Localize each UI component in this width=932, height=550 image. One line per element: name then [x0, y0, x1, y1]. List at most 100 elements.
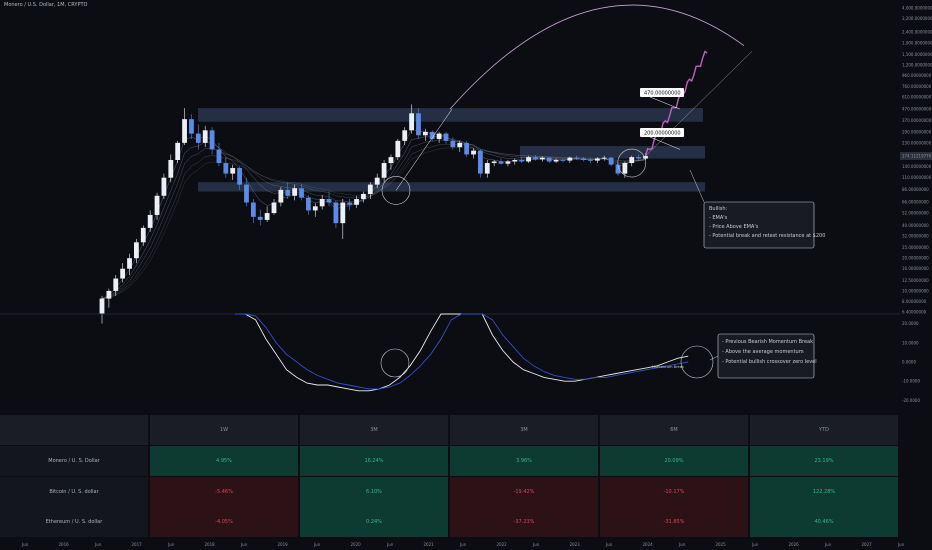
table-cell: 23.19% [750, 446, 898, 476]
osc-tick-label: 0.0000 [902, 360, 916, 365]
candle-body [636, 157, 642, 159]
candle-body [182, 119, 187, 143]
price-tick-label: 66.00000000 [902, 199, 929, 204]
time-tick-label: 2017 [132, 542, 143, 547]
time-tick-label: Jun [678, 542, 686, 547]
price-tick-label: 470.00000000 [902, 107, 932, 112]
candle-body [99, 298, 105, 314]
table-cell: 6.10% [300, 476, 448, 507]
level-label: 200.00000000 [644, 131, 681, 137]
table-cell: -31.85% [600, 507, 748, 537]
price-tick-label: 960.00000000 [902, 73, 932, 78]
candle-body [471, 150, 476, 155]
candle-body [608, 157, 614, 165]
candle-body [567, 157, 573, 161]
candle-body [436, 133, 442, 139]
momentum-break-label: Momentum Break [652, 365, 685, 369]
time-tick-label: Jun [386, 542, 394, 547]
price-tick-label: 16.00000000 [902, 266, 929, 271]
table-cell: -19.42% [450, 476, 598, 507]
candles [99, 104, 648, 324]
level-pointer [649, 96, 681, 110]
ema-line [101, 139, 646, 299]
time-tick-label: Jun [751, 542, 759, 547]
zone-support [198, 182, 705, 192]
candle-body [422, 131, 428, 136]
osc-fast-line [235, 313, 689, 392]
candle-body [374, 177, 380, 185]
price-tick-label: 12.50000000 [902, 278, 929, 283]
price-tick-label: 610.00000000 [902, 94, 932, 99]
time-tick-label: Jun [532, 542, 540, 547]
osc-slow-line [235, 313, 689, 390]
candle-body [588, 160, 593, 161]
candle-body [388, 157, 394, 164]
price-tick-label: 1,900.00000000 [902, 41, 932, 46]
momentum-line: - Potential bullish crossover zero level [722, 359, 817, 365]
candle-body [416, 113, 421, 136]
candle-body [209, 130, 215, 150]
osc-tick-label: -10.0000 [902, 379, 920, 384]
performance-table: 1W 3M 3M 6M YTD Monero / U. S. Dollar 4.95% 16.… [0, 415, 900, 537]
candle-body [354, 199, 359, 205]
bullish-title: Bullish: [709, 206, 728, 212]
price-tick-label: 2,400.00000000 [902, 30, 932, 35]
price-tick-label: 40.00000000 [902, 223, 929, 228]
time-tick-label: 2020 [351, 542, 362, 547]
candle-body [244, 184, 249, 203]
table-cell: 16.24% [300, 446, 448, 476]
time-tick-label: 2016 [59, 542, 70, 547]
table-column-header: 6M [600, 415, 748, 445]
candle-body [505, 161, 511, 164]
time-tick-label: 2025 [716, 542, 727, 547]
time-tick-label: Jun [313, 542, 321, 547]
candle-body [223, 163, 229, 174]
price-tick-label: 8.00000000 [902, 299, 927, 304]
price-tick-label: 760.00000000 [902, 84, 932, 89]
arc-curve [449, 4, 745, 110]
candle-body [230, 168, 236, 174]
table-column-header: 3M [450, 415, 598, 445]
candle-body [601, 157, 607, 159]
candle-body [553, 160, 559, 162]
resistance-zones [198, 108, 705, 192]
price-tick-label: 290.00000000 [902, 129, 932, 134]
table-corner [0, 415, 148, 445]
candle-body [175, 142, 181, 160]
candle-body [581, 158, 586, 160]
candle-body [299, 188, 304, 198]
candle-body [140, 227, 146, 243]
candle-body [395, 140, 401, 158]
time-tick-label: 2026 [789, 542, 800, 547]
candle-body [361, 193, 366, 200]
price-tick-label: 10.00000000 [902, 288, 929, 293]
time-tick-label: 2021 [424, 542, 435, 547]
candle-body [526, 157, 531, 162]
projected-path [644, 50, 708, 157]
time-tick-label: 2019 [278, 542, 289, 547]
candle-body [539, 157, 545, 160]
candle-body [134, 242, 139, 259]
candle-body [622, 163, 628, 174]
time-tick-label: Jun [459, 542, 467, 547]
ema-line [101, 143, 646, 299]
candle-body [546, 157, 552, 162]
time-tick-label: Jun [21, 542, 29, 547]
table-cell: 20.09% [600, 446, 748, 476]
price-tick-label: 6.40000000 [902, 310, 927, 315]
candle-body [533, 157, 538, 160]
osc-tick-label: 20.0000 [902, 321, 919, 326]
candle-body [154, 195, 160, 215]
time-tick-label: 2022 [497, 542, 508, 547]
candle-body [237, 168, 242, 185]
candle-body [443, 133, 449, 141]
table-cell: 0.24% [300, 507, 448, 537]
time-tick-label: Jun [897, 542, 905, 547]
candle-body [202, 130, 208, 143]
candle-body [257, 216, 263, 220]
candle-body [168, 160, 174, 178]
ema-line [101, 147, 646, 299]
candle-body [464, 142, 470, 155]
candle-body [629, 157, 635, 164]
price-tick-label: 86.00000000 [902, 187, 929, 192]
